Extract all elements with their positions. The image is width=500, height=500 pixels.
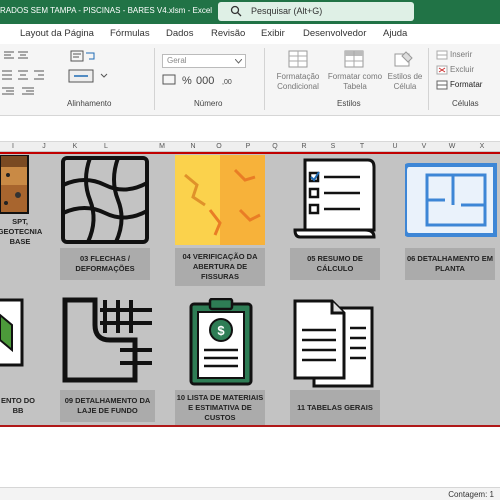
tile-label: 04 VERIFICAÇÃO DA ABERTURA DE FISSURAS [175,248,265,286]
column-header[interactable]: P [238,143,258,150]
tile-resumo[interactable] [290,155,380,245]
format-as-table-icon[interactable] [344,50,364,68]
tile-planta[interactable] [405,155,500,245]
column-header[interactable]: V [414,143,434,150]
delete-button[interactable]: Excluir [450,65,474,75]
ribbon: Alinhamento Geral % 000 ,00 Número Forma… [0,44,500,116]
tile-laje[interactable] [60,295,155,385]
column-header[interactable]: X [472,143,492,150]
search-box[interactable]: Pesquisar (Alt+G) [218,2,414,21]
number-format-dropdown[interactable]: Geral [162,54,246,68]
format-as-table-label[interactable]: Formatar como Tabela [326,72,384,92]
column-header[interactable]: L [96,143,116,150]
tile-bb[interactable] [0,295,30,385]
tile-tabelas[interactable] [292,298,380,390]
insert-button[interactable]: Inserir [450,50,472,60]
group-label-cells: Células [452,99,479,108]
tile-label: ENTO DO BB [0,396,36,415]
floor-plan-icon [405,163,497,237]
box-3d-icon [0,298,24,367]
ribbon-separator [264,48,265,110]
tab-formulas[interactable]: Fórmulas [110,28,150,39]
ribbon-tabs: Layout da Página Fórmulas Dados Revisão … [0,24,500,44]
insert-icon [436,50,448,60]
column-header[interactable]: R [294,143,314,150]
column-header[interactable]: K [65,143,85,150]
ribbon-separator [428,48,429,110]
format-button[interactable]: Formatar [450,80,482,90]
cracked-wall-icon [175,155,265,245]
window-title: RADOS SEM TAMPA - PISCINAS - BARES V4.xl… [0,6,213,15]
red-border-top [0,152,500,154]
wrap-text-icon[interactable] [70,49,100,63]
conditional-format-label[interactable]: Formatação Condicional [272,72,324,92]
merge-center-icon[interactable] [68,68,112,84]
formula-area [0,117,500,141]
tile-label: 09 DETALHAMENTO DA LAJE DE FUNDO [60,390,155,422]
column-header[interactable]: N [183,143,203,150]
search-icon [230,5,242,17]
rebar-slab-icon [62,297,152,383]
column-header[interactable]: W [442,143,462,150]
tab-data[interactable]: Dados [166,28,193,39]
tile-fissuras[interactable] [175,155,265,245]
indent-icons[interactable] [2,85,38,97]
align-text-icons[interactable] [2,68,52,82]
column-header[interactable]: U [385,143,405,150]
cell-styles-label[interactable]: Estilos de Célula [384,72,426,92]
number-format-value: Geral [167,56,187,65]
group-label-number: Número [194,99,223,108]
tile-label: 10 LISTA DE MATERIAIS E ESTIMATIVA DE CUST… [175,390,265,425]
group-label-alignment: Alinhamento [67,99,112,108]
tab-help[interactable]: Ajuda [383,28,407,39]
chevron-down-icon [235,59,242,64]
tab-view[interactable]: Exibir [261,28,285,39]
column-header[interactable]: T [352,143,372,150]
ribbon-separator [154,48,155,110]
tile-label: 11 TABELAS GERAIS [290,390,380,425]
format-icon [436,80,448,90]
conditional-format-icon[interactable] [288,50,308,68]
svg-text:%: % [182,75,192,87]
search-placeholder: Pesquisar (Alt+G) [251,6,323,16]
tile-label: 06 DETALHAMENTO EM PLANTA [405,248,495,280]
column-header[interactable]: Q [265,143,285,150]
tab-developer[interactable]: Desenvolvedor [303,28,366,39]
tab-review[interactable]: Revisão [211,28,245,39]
tile-label: 05 RESUMO DE CÁLCULO [290,248,380,280]
svg-text:000: 000 [196,75,214,87]
tile-materiais[interactable]: $ [188,298,254,388]
group-label-styles: Estilos [337,99,361,108]
column-header[interactable]: S [323,143,343,150]
column-header[interactable]: M [152,143,172,150]
number-format-buttons[interactable]: % 000 ,00 [162,72,246,88]
tab-page-layout[interactable]: Layout da Página [20,28,94,39]
tile-label: SPT, GEOTECNIA BASE [0,217,43,246]
delete-icon [436,65,448,75]
tile-label: 03 FLECHAS / DEFORMAÇÕES [60,248,150,280]
align-top-icons[interactable] [4,50,34,62]
svg-text:$: $ [217,323,225,338]
status-bar: Contagem: 1 [0,487,500,500]
title-bar: RADOS SEM TAMPA - PISCINAS - BARES V4.xl… [0,0,500,24]
status-count: Contagem: 1 [448,490,494,499]
svg-text:,00: ,00 [222,79,232,86]
tile-flechas[interactable] [60,155,150,245]
documents-icon [293,299,374,388]
clipboard-dollar-icon: $ [189,298,253,386]
deformation-grid-icon [61,156,149,244]
checklist-icon [293,158,376,239]
sheet-area[interactable] [0,427,500,487]
cell-styles-icon[interactable] [394,50,414,68]
column-header[interactable]: J [34,143,54,150]
column-header[interactable]: I [3,143,23,150]
column-header-row: I J K L M N O P Q R S T U V W X [0,141,500,152]
column-header[interactable]: O [209,143,229,150]
